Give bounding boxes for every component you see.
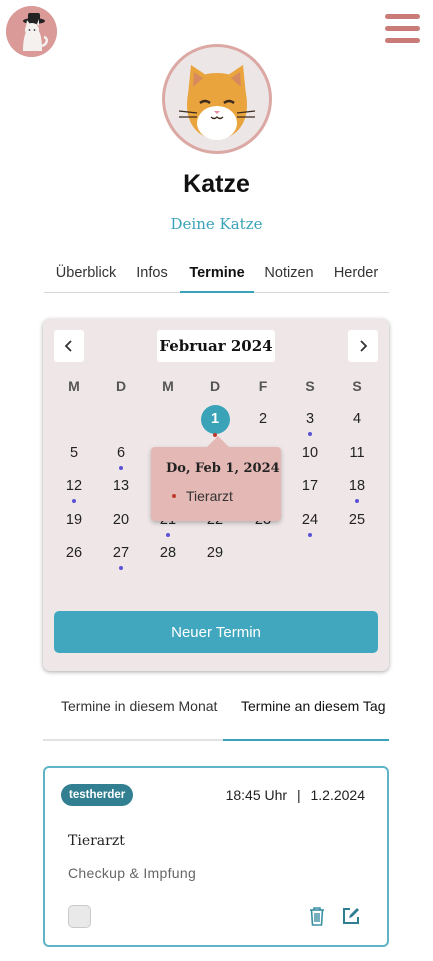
calendar-day[interactable]: 12 <box>57 471 91 503</box>
herder-badge: testherder <box>61 784 134 806</box>
appointment-date: 1.2.2024 <box>310 787 366 803</box>
day-number: 10 <box>301 445 319 461</box>
new-appointment-button[interactable]: Neuer Termin <box>54 611 378 653</box>
day-number: 3 <box>305 411 315 427</box>
tab-month-appointments[interactable]: Termine in diesem Monat <box>43 697 223 741</box>
weekday-label: S <box>305 378 315 394</box>
next-month-button[interactable] <box>348 330 378 362</box>
done-checkbox[interactable] <box>68 905 91 928</box>
menu-button[interactable] <box>385 14 420 46</box>
day-number: 17 <box>301 478 319 494</box>
edit-button[interactable] <box>340 905 362 927</box>
calendar-day[interactable]: 1 <box>198 404 232 437</box>
tab-infos[interactable]: Infos <box>134 256 170 293</box>
cat-with-hat-icon <box>6 6 57 57</box>
calendar-day[interactable]: 18 <box>340 471 374 503</box>
user-avatar[interactable] <box>6 6 57 57</box>
calendar-day[interactable]: 20 <box>104 505 138 535</box>
delete-button[interactable] <box>306 905 328 927</box>
day-number: 18 <box>348 478 366 494</box>
datetime-separator: | <box>296 787 301 803</box>
appointment-title: Tierarzt <box>68 833 125 849</box>
day-number: 1 <box>200 405 230 434</box>
calendar-day[interactable]: 4 <box>340 404 374 434</box>
calendar-day[interactable]: 28 <box>151 538 185 568</box>
calendar-day[interactable]: 17 <box>293 471 327 501</box>
day-number: 26 <box>65 545 83 561</box>
day-number: 28 <box>159 545 177 561</box>
appointment-time: 18:45 Uhr <box>225 787 288 803</box>
calendar-day[interactable]: 6 <box>104 438 138 470</box>
tab-termine[interactable]: Termine <box>180 256 254 293</box>
profile-avatar <box>162 44 272 154</box>
profile-tabs: Überblick Infos Termine Notizen Herder <box>44 256 389 293</box>
calendar-day[interactable]: 24 <box>293 505 327 537</box>
event-dot <box>308 432 312 436</box>
appointment-datetime: 18:45 Uhr | 1.2.2024 <box>226 787 365 803</box>
calendar-day[interactable]: 25 <box>340 505 374 535</box>
weekday-label: S <box>352 378 362 394</box>
hamburger-line <box>385 38 420 43</box>
day-number: 2 <box>258 411 268 427</box>
event-dot <box>119 466 123 470</box>
weekday-label: D <box>209 378 221 394</box>
cat-face-icon <box>178 65 256 140</box>
calendar-day[interactable]: 13 <box>104 471 138 501</box>
calendar-day[interactable]: 11 <box>340 438 374 468</box>
appointment-card: testherder 18:45 Uhr | 1.2.2024 Tierarzt… <box>43 766 389 947</box>
event-dot <box>72 499 76 503</box>
calendar-day[interactable]: 2 <box>246 404 280 434</box>
day-number: 29 <box>206 545 224 561</box>
tab-ueberblick[interactable]: Überblick <box>54 256 118 293</box>
profile-name: Katze <box>183 170 250 198</box>
appointment-subtabs: Termine in diesem Monat Termine an diese… <box>43 697 389 741</box>
hamburger-line <box>385 14 420 19</box>
edit-icon <box>343 908 359 924</box>
day-number: 25 <box>348 512 366 528</box>
calendar-day[interactable]: 26 <box>57 538 91 568</box>
weekday-label: M <box>68 378 80 394</box>
profile-subtitle: Deine Katze <box>170 215 263 233</box>
calendar-day[interactable]: 3 <box>293 404 327 436</box>
day-number: 20 <box>112 512 130 528</box>
weekday-label: M <box>162 378 174 394</box>
weekday-label: F <box>258 378 268 394</box>
event-dot <box>166 533 170 537</box>
day-number: 11 <box>349 445 365 461</box>
tab-herder[interactable]: Herder <box>332 256 380 293</box>
event-dot <box>119 566 123 570</box>
tab-notizen[interactable]: Notizen <box>263 256 315 293</box>
event-dot <box>308 533 312 537</box>
trash-icon <box>310 907 324 926</box>
chevron-right-icon <box>360 340 368 352</box>
day-number: 5 <box>69 445 79 461</box>
calendar-day[interactable]: 29 <box>198 538 232 568</box>
weekday-label: D <box>115 378 127 394</box>
chevron-left-icon <box>64 340 72 352</box>
day-number: 24 <box>301 512 319 528</box>
calendar-day[interactable]: 5 <box>57 438 91 468</box>
day-number: 4 <box>352 411 362 427</box>
day-number: 13 <box>112 478 130 494</box>
day-number: 6 <box>116 445 126 461</box>
day-number: 12 <box>65 478 83 494</box>
tab-day-appointments[interactable]: Termine an diesem Tag <box>223 697 389 741</box>
hamburger-line <box>385 26 420 31</box>
month-label: Februar 2024 <box>157 330 275 362</box>
appointment-description: Checkup & Impfung <box>68 865 197 881</box>
calendar-day[interactable]: 10 <box>293 438 327 468</box>
day-popup: Do, Feb 1, 2024 Tierarzt <box>151 436 281 521</box>
calendar-day[interactable]: 19 <box>57 505 91 535</box>
popup-event[interactable]: Tierarzt <box>186 488 233 504</box>
popup-event-dot <box>172 494 176 498</box>
day-number: 27 <box>112 545 130 561</box>
prev-month-button[interactable] <box>54 330 84 362</box>
calendar-day[interactable]: 27 <box>104 538 138 570</box>
event-dot <box>355 499 359 503</box>
popup-title: Do, Feb 1, 2024 <box>166 461 280 476</box>
day-number: 19 <box>65 512 83 528</box>
